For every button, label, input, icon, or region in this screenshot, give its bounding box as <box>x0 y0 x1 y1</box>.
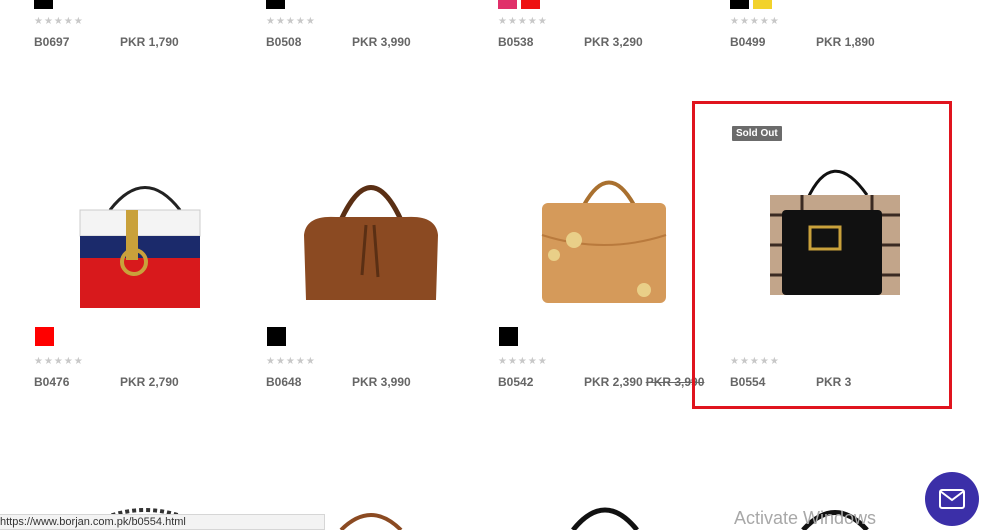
swatch-black[interactable] <box>730 0 749 9</box>
product-card-b0476[interactable]: ★★★★★ B0476 PKR 2,790 <box>34 160 244 390</box>
rating-stars: ★★★★★ <box>266 16 316 27</box>
sold-out-badge: Sold Out <box>732 126 782 141</box>
swatch-yellow[interactable] <box>753 0 772 9</box>
product-sku: B0499 <box>730 35 766 49</box>
color-swatches <box>267 327 286 346</box>
product-card-b0648[interactable]: ★★★★★ B0648 PKR 3,990 <box>266 160 476 390</box>
rating-stars: ★★★★★ <box>34 356 84 367</box>
product-price: PKR 3 <box>816 375 852 389</box>
envelope-icon <box>939 489 965 509</box>
product-price: PKR 3,990 <box>352 35 411 49</box>
bag-tan-floral-icon[interactable] <box>534 165 684 315</box>
swatch-black[interactable] <box>267 327 286 346</box>
color-swatches <box>35 327 54 346</box>
bag-white-blue-red-icon[interactable] <box>70 170 220 320</box>
swatch-black[interactable] <box>499 327 518 346</box>
color-swatches <box>266 0 285 9</box>
product-sku: B0697 <box>34 35 70 49</box>
rating-stars: ★★★★★ <box>730 16 780 27</box>
swatch-black[interactable] <box>266 0 285 9</box>
product-sku: B0648 <box>266 375 302 389</box>
bag-check-black-icon[interactable] <box>762 155 912 305</box>
product-price: PKR 3,290 <box>584 35 643 49</box>
rating-stars: ★★★★★ <box>34 16 84 27</box>
color-swatches <box>499 327 518 346</box>
status-bar-url: https://www.borjan.com.pk/b0554.html <box>0 514 325 530</box>
product-sku: B0476 <box>34 375 70 389</box>
product-card-b0554[interactable]: Sold Out ★★★★★ B0554 PKR 3 <box>730 126 940 390</box>
swatch-pink[interactable] <box>498 0 517 9</box>
product-sku: B0554 <box>730 375 766 389</box>
current-price: PKR 2,390 <box>584 375 643 389</box>
rating-stars: ★★★★★ <box>498 356 548 367</box>
product-card-b0542[interactable]: ★★★★★ B0542 PKR 2,390 PKR 3,990 <box>498 160 708 390</box>
chat-button[interactable] <box>925 472 979 526</box>
color-swatches <box>34 0 53 9</box>
rating-stars: ★★★★★ <box>730 356 780 367</box>
bag-brown-handle-icon[interactable] <box>336 505 406 530</box>
bag-brown-leather-icon[interactable] <box>296 165 446 315</box>
product-price: PKR 3,990 <box>352 375 411 389</box>
windows-activation-watermark: Activate Windows <box>734 508 877 528</box>
rating-stars: ★★★★★ <box>498 16 548 27</box>
product-sku: B0538 <box>498 35 534 49</box>
product-price: PKR 2,390 PKR 3,990 <box>584 375 704 389</box>
swatch-black[interactable] <box>34 0 53 9</box>
product-price: PKR 1,790 <box>120 35 179 49</box>
color-swatches <box>730 0 772 9</box>
product-price: PKR 2,790 <box>120 375 179 389</box>
rating-stars: ★★★★★ <box>266 356 316 367</box>
swatch-red[interactable] <box>521 0 540 9</box>
color-swatches <box>498 0 540 9</box>
product-price: PKR 1,890 <box>816 35 875 49</box>
swatch-red[interactable] <box>35 327 54 346</box>
product-sku: B0542 <box>498 375 534 389</box>
product-sku: B0508 <box>266 35 302 49</box>
bag-black-handle-icon[interactable] <box>565 495 645 530</box>
